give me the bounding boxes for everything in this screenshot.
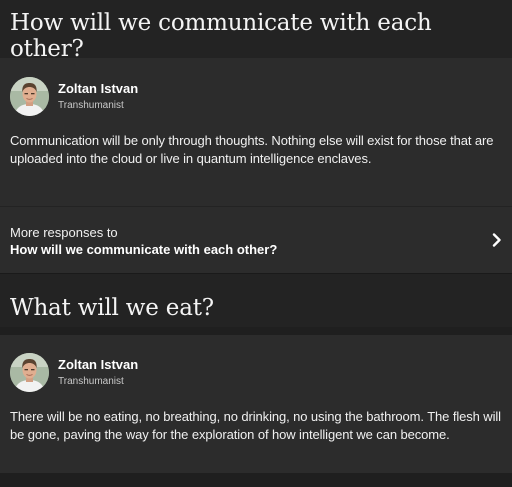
question-title: How will we communicate with each other? [10, 10, 432, 62]
answer-text: Communication will be only through thoug… [10, 133, 494, 166]
author-row: Zoltan Istvan Transhumanist [10, 335, 502, 392]
author-name[interactable]: Zoltan Istvan [58, 357, 138, 373]
author-info: Zoltan Istvan Transhumanist [58, 81, 138, 113]
author-info: Zoltan Istvan Transhumanist [58, 357, 138, 389]
author-row: Zoltan Istvan Transhumanist [10, 58, 502, 116]
author-title: Transhumanist [58, 99, 124, 111]
author-avatar[interactable] [10, 77, 49, 116]
more-responses-question: How will we communicate with each other? [10, 242, 278, 257]
question-header: What will we eat? [0, 273, 512, 327]
avatar-portrait-icon [10, 353, 49, 392]
answer-card: Zoltan Istvan Transhumanist There will b… [0, 335, 512, 473]
avatar-portrait-icon [10, 77, 49, 116]
more-responses-label: More responses to [10, 225, 118, 240]
answer-card: Zoltan Istvan Transhumanist Communicatio… [0, 58, 512, 206]
answer-text: There will be no eating, no breathing, n… [10, 409, 501, 442]
chevron-right-icon[interactable] [492, 233, 502, 247]
author-title: Transhumanist [58, 375, 124, 387]
author-name[interactable]: Zoltan Istvan [58, 81, 138, 97]
question-title: What will we eat? [10, 295, 214, 321]
author-avatar[interactable] [10, 353, 49, 392]
more-responses-link[interactable]: More responses to How will we communicat… [0, 206, 512, 273]
question-header: How will we communicate with each other? [0, 0, 512, 62]
